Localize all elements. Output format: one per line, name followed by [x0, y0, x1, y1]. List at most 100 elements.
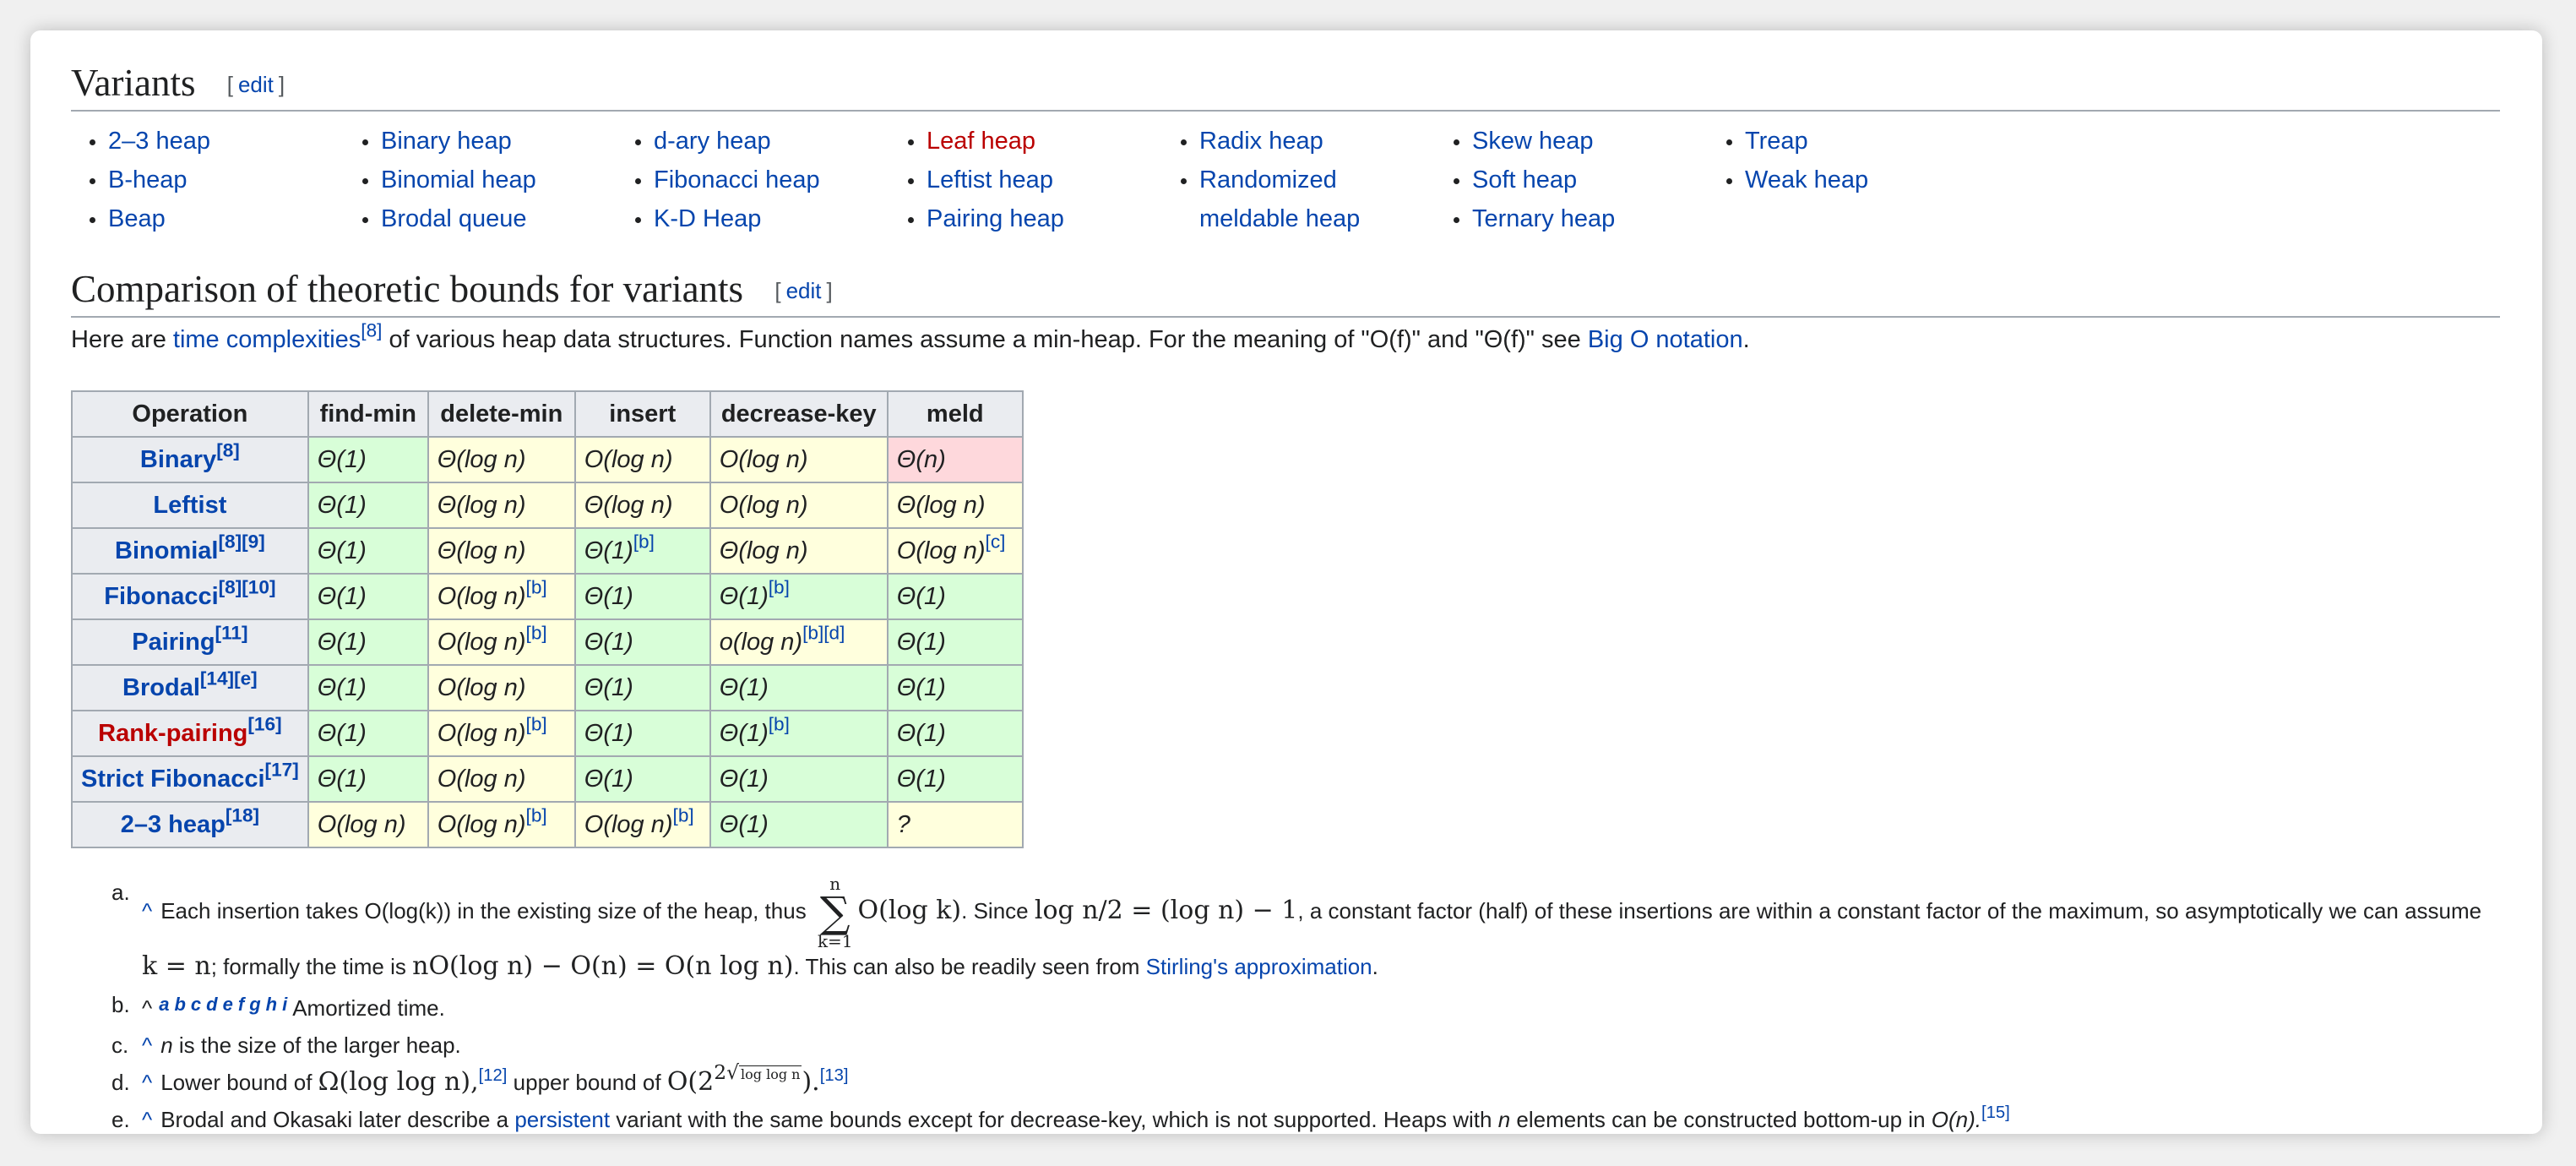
- complexity-value: Θ(1): [896, 765, 946, 793]
- variant-link[interactable]: K-D Heap: [654, 205, 761, 232]
- operation-link[interactable]: Strict Fibonacci: [81, 766, 265, 793]
- table-row: Binary[8] Θ(1) Θ(log n) O(log n) O(log n) Θ(n…: [71, 436, 1024, 483]
- cell-ref[interactable]: [b]: [633, 531, 655, 552]
- complexity-value: Θ(1): [317, 628, 367, 656]
- complexity-cell: Θ(1): [886, 618, 1024, 666]
- backlink-caret[interactable]: ^: [142, 1070, 152, 1095]
- complexity-value: Θ(1): [719, 765, 769, 793]
- stirling-link[interactable]: Stirling's approximation: [1146, 954, 1372, 979]
- backlink-letter[interactable]: h: [266, 994, 277, 1015]
- cell-ref[interactable]: [c]: [986, 531, 1006, 552]
- complexity-cell: O(log n)[b]: [427, 801, 576, 848]
- operation-link[interactable]: Brodal: [122, 674, 200, 701]
- footnote-text: ; formally the time is: [210, 954, 413, 979]
- variant-link[interactable]: Fibonacci heap: [654, 166, 820, 193]
- variant-link[interactable]: 2–3 heap: [108, 128, 210, 155]
- persistent-link[interactable]: persistent: [514, 1107, 610, 1132]
- complexity-value: Θ(1): [896, 673, 946, 701]
- cell-ref[interactable]: [b]: [526, 713, 547, 734]
- variants-edit-link[interactable]: edit: [238, 72, 274, 97]
- complexity-cell: Θ(1): [709, 755, 889, 803]
- comparison-edit-link[interactable]: edit: [786, 278, 822, 303]
- operation-link[interactable]: Rank-pairing: [98, 720, 247, 747]
- row-ref[interactable]: [8][9]: [218, 531, 264, 552]
- footnote-ref[interactable]: [13]: [820, 1066, 849, 1085]
- operation-link[interactable]: 2–3 heap: [121, 811, 226, 838]
- complexity-value: Θ(1): [896, 582, 946, 610]
- footnote-ref[interactable]: [12]: [479, 1066, 508, 1085]
- variant-item: Ternary heap: [1435, 199, 1688, 238]
- variant-link[interactable]: B-heap: [108, 166, 187, 193]
- cell-ref[interactable]: [b]: [526, 576, 547, 597]
- operation-link[interactable]: Binary: [140, 446, 216, 473]
- footnote-text: is the size of the larger heap.: [172, 1033, 461, 1058]
- complexity-value: Θ(log n): [584, 491, 673, 519]
- row-ref[interactable]: [8][10]: [219, 576, 276, 597]
- footnote-ref[interactable]: [15]: [1981, 1103, 2010, 1122]
- variant-link[interactable]: Randomized meldable heap: [1199, 166, 1360, 232]
- cell-ref[interactable]: [b]: [673, 804, 694, 825]
- cell-ref[interactable]: [b]: [769, 576, 790, 597]
- variant-link[interactable]: Pairing heap: [927, 205, 1064, 232]
- row-operation: Binomial[8][9]: [71, 527, 309, 575]
- backlink-letter[interactable]: f: [238, 994, 244, 1015]
- backlink-letter[interactable]: i: [282, 994, 287, 1015]
- row-ref[interactable]: [11]: [215, 622, 248, 643]
- operation-link[interactable]: Leftist: [153, 492, 226, 519]
- backlink-letter[interactable]: e: [223, 994, 233, 1015]
- backlink-caret[interactable]: ^: [142, 898, 152, 924]
- variant-link[interactable]: Binary heap: [381, 128, 512, 155]
- complexity-cell: O(log n)[b]: [427, 710, 576, 757]
- backlink-letter[interactable]: b: [174, 994, 185, 1015]
- backlink-letter[interactable]: a: [159, 994, 169, 1015]
- variant-link[interactable]: Soft heap: [1472, 166, 1577, 193]
- footnote-label: e.: [111, 1107, 130, 1132]
- variant-item: Leftist heap: [889, 161, 1143, 199]
- operation-link[interactable]: Pairing: [132, 629, 215, 656]
- intro-text-end: .: [1742, 326, 1750, 353]
- intro-ref[interactable]: [8]: [361, 320, 382, 341]
- complexity-cell: Θ(1)[b]: [709, 710, 889, 757]
- variant-link[interactable]: Binomial heap: [381, 166, 536, 193]
- variant-link[interactable]: Weak heap: [1745, 166, 1868, 193]
- cell-ref[interactable]: [b]: [526, 622, 547, 643]
- cell-ref[interactable]: [b]: [526, 804, 547, 825]
- backlink-letter[interactable]: d: [206, 994, 217, 1015]
- table-row: Binomial[8][9] Θ(1) Θ(log n) Θ(1)[b] Θ(log n…: [71, 527, 1024, 575]
- row-ref[interactable]: [8]: [216, 439, 240, 460]
- backlink-letter[interactable]: g: [249, 994, 260, 1015]
- footnote-text: Brodal and Okasaki later describe a: [160, 1107, 515, 1132]
- row-ref[interactable]: [16]: [247, 713, 281, 734]
- footnote-e: e. ^ Brodal and Okasaki later describe a …: [111, 1103, 2493, 1136]
- variant-link[interactable]: Beap: [108, 205, 166, 232]
- variant-link[interactable]: Radix heap: [1199, 128, 1323, 155]
- backlink-caret[interactable]: ^: [142, 1033, 152, 1058]
- operation-link[interactable]: Binomial: [115, 537, 218, 564]
- cell-ref[interactable]: [b]: [769, 713, 790, 734]
- row-ref[interactable]: [18]: [226, 804, 259, 825]
- math-exponent: 2√ log log n: [714, 1060, 802, 1085]
- variant-link[interactable]: Leaf heap: [927, 128, 1035, 155]
- variant-link[interactable]: Ternary heap: [1472, 205, 1615, 232]
- complexity-cell: Θ(n): [886, 436, 1024, 483]
- variant-link[interactable]: Skew heap: [1472, 128, 1594, 155]
- variant-link[interactable]: d-ary heap: [654, 128, 771, 155]
- complexity-value: Θ(1): [719, 582, 769, 610]
- big-o-link[interactable]: Big O notation: [1588, 326, 1743, 353]
- variant-link[interactable]: Treap: [1745, 128, 1808, 155]
- time-complexities-link[interactable]: time complexities: [173, 326, 361, 353]
- backlink-letter[interactable]: c: [191, 994, 201, 1015]
- variants-column: Skew heap Soft heap Ternary heap: [1435, 122, 1688, 238]
- operation-link[interactable]: Fibonacci: [104, 583, 218, 610]
- cell-ref[interactable]: [b][d]: [802, 622, 845, 643]
- summation: n ∑ k=1: [818, 875, 853, 950]
- table-row: Brodal[14][e] Θ(1) O(log n) Θ(1) Θ(1) Θ(1): [71, 664, 1024, 711]
- backlink-caret[interactable]: ^: [142, 1107, 152, 1132]
- complexity-cell: Θ(1): [307, 482, 429, 529]
- variant-link[interactable]: Leftist heap: [927, 166, 1053, 193]
- variant-link[interactable]: Brodal queue: [381, 205, 527, 232]
- variant-item: d-ary heap: [617, 122, 870, 161]
- table-row: Rank-pairing[16] Θ(1) O(log n)[b] Θ(1) Θ(1)[…: [71, 710, 1024, 757]
- row-ref[interactable]: [14][e]: [200, 667, 258, 689]
- row-ref[interactable]: [17]: [265, 759, 299, 780]
